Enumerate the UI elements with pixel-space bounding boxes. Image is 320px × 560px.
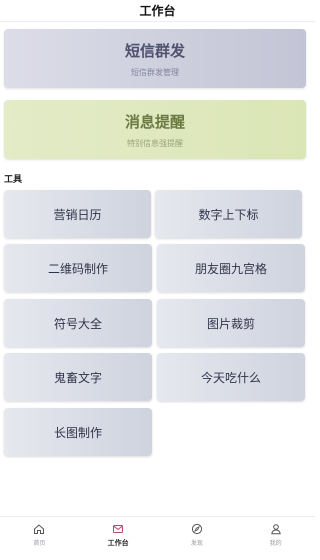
tab-home-label: 首页 bbox=[33, 540, 46, 547]
page-title: 工作台 bbox=[139, 4, 176, 18]
sms-broadcast-title: 短信群发 bbox=[124, 41, 185, 60]
tool-superscript-subscript[interactable]: 数字上下标 bbox=[155, 190, 302, 238]
compass-icon bbox=[191, 523, 202, 535]
message-reminder-title: 消息提醒 bbox=[124, 112, 185, 131]
tab-discover[interactable]: 发现 bbox=[158, 517, 237, 560]
message-reminder-subtitle: 特别信息强提醒 bbox=[127, 138, 183, 148]
user-icon bbox=[270, 524, 281, 535]
tab-workbench[interactable]: 工作台 bbox=[79, 517, 158, 560]
tab-workbench-label: 工作台 bbox=[107, 539, 129, 547]
tools-section-title: 工具 bbox=[4, 175, 23, 185]
bottom-tab-bar: 首页 工作台 发现 我的 bbox=[0, 516, 315, 560]
tab-mine[interactable]: 我的 bbox=[236, 517, 315, 560]
workbench-screen: 工作台 短信群发 短信群发管理 消息提醒 特别信息强提醒 工具 营销日历 数字上… bbox=[0, 0, 315, 560]
message-reminder-banner[interactable]: 消息提醒 特别信息强提醒 bbox=[4, 100, 306, 159]
tool-moments-nine-grid[interactable]: 朋友圈九宫格 bbox=[157, 244, 305, 292]
tab-home[interactable]: 首页 bbox=[0, 517, 79, 560]
tool-glitch-text[interactable]: 鬼畜文字 bbox=[4, 353, 152, 401]
sms-broadcast-subtitle: 短信群发管理 bbox=[131, 67, 179, 77]
tool-qrcode-maker[interactable]: 二维码制作 bbox=[4, 244, 152, 292]
top-nav-bar: 工作台 bbox=[0, 0, 315, 22]
tool-what-to-eat-today[interactable]: 今天吃什么 bbox=[157, 353, 305, 401]
tool-marketing-calendar[interactable]: 营销日历 bbox=[4, 190, 151, 238]
tool-symbol-collection[interactable]: 符号大全 bbox=[4, 299, 152, 347]
home-icon bbox=[34, 524, 45, 534]
mail-icon bbox=[113, 525, 124, 533]
tab-mine-label: 我的 bbox=[269, 540, 282, 547]
tool-long-image-maker[interactable]: 长图制作 bbox=[4, 408, 152, 456]
tool-image-crop[interactable]: 图片裁剪 bbox=[157, 299, 305, 347]
tab-discover-label: 发现 bbox=[190, 540, 203, 547]
sms-broadcast-banner[interactable]: 短信群发 短信群发管理 bbox=[4, 29, 306, 88]
